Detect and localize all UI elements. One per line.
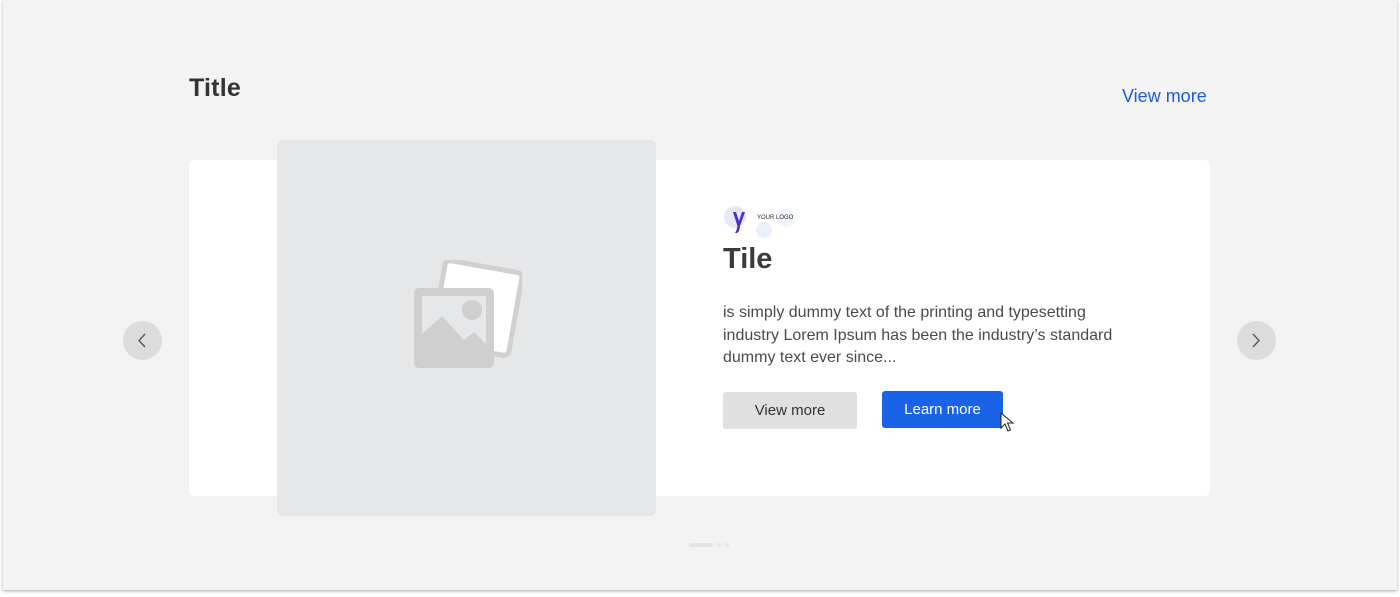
chevron-left-icon bbox=[138, 333, 146, 348]
carousel-next-button[interactable] bbox=[1237, 321, 1276, 360]
tile-description: is simply dummy text of the printing and… bbox=[723, 304, 1113, 366]
mouse-pointer-icon bbox=[1000, 412, 1015, 432]
pagination-dot[interactable] bbox=[725, 543, 729, 547]
pagination-dot-active[interactable] bbox=[689, 543, 713, 547]
section-title: Title bbox=[189, 74, 241, 102]
carousel-prev-button[interactable] bbox=[123, 321, 162, 360]
learn-more-button[interactable]: Learn more bbox=[882, 391, 1003, 428]
chevron-right-icon bbox=[1252, 333, 1260, 348]
tile-image-placeholder bbox=[277, 140, 656, 516]
brand-logo: YOUR LOGO bbox=[723, 204, 803, 238]
logo-icon bbox=[724, 206, 795, 238]
image-icon bbox=[414, 260, 522, 368]
logo-text: YOUR LOGO bbox=[757, 215, 794, 221]
tile-title: Tile bbox=[723, 243, 773, 275]
view-more-button[interactable]: View more bbox=[723, 392, 857, 429]
view-more-link[interactable]: View more bbox=[1122, 86, 1207, 107]
pagination-dot[interactable] bbox=[717, 543, 721, 547]
